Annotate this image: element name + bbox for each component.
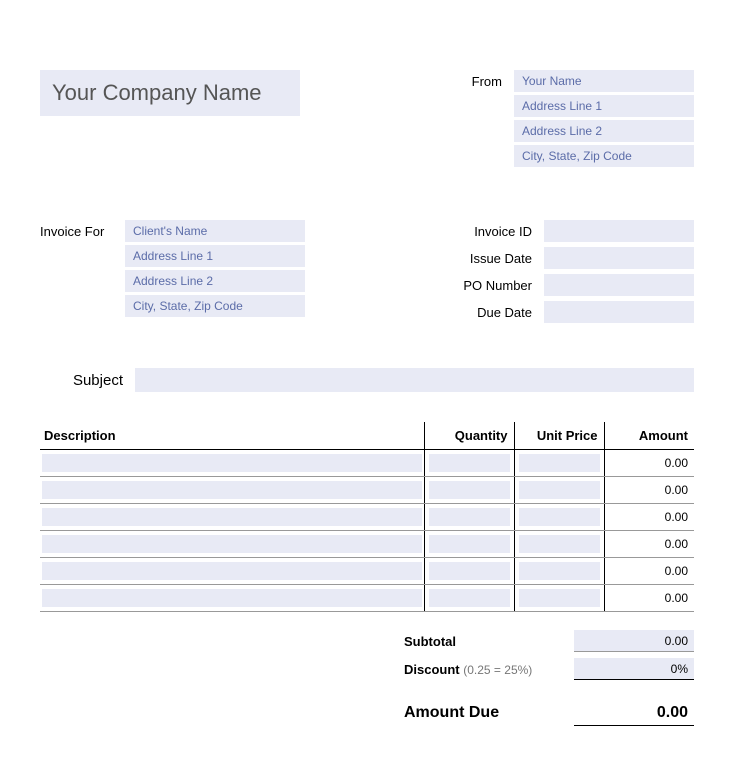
amount-value: 0.00: [604, 477, 694, 504]
col-unit-price: Unit Price: [514, 422, 604, 450]
from-label: From: [434, 70, 514, 89]
amount-value: 0.00: [604, 531, 694, 558]
quantity-input[interactable]: [429, 454, 510, 472]
table-row: 0.00: [40, 558, 694, 585]
quantity-input[interactable]: [429, 481, 510, 499]
table-row: 0.00: [40, 450, 694, 477]
po-number-label: PO Number: [434, 278, 544, 293]
invoice-id-input[interactable]: [544, 220, 694, 242]
amount-value: 0.00: [604, 504, 694, 531]
amount-value: 0.00: [604, 558, 694, 585]
invoice-for-label: Invoice For: [40, 220, 125, 239]
from-addr2-input[interactable]: Address Line 2: [514, 120, 694, 142]
unit-price-input[interactable]: [519, 481, 600, 499]
table-row: 0.00: [40, 504, 694, 531]
description-input[interactable]: [42, 535, 422, 553]
issue-date-label: Issue Date: [434, 251, 544, 266]
description-input[interactable]: [42, 454, 422, 472]
unit-price-input[interactable]: [519, 508, 600, 526]
table-row: 0.00: [40, 585, 694, 612]
unit-price-input[interactable]: [519, 589, 600, 607]
unit-price-input[interactable]: [519, 562, 600, 580]
col-quantity: Quantity: [424, 422, 514, 450]
client-addr2-input[interactable]: Address Line 2: [125, 270, 305, 292]
description-input[interactable]: [42, 508, 422, 526]
from-addr1-input[interactable]: Address Line 1: [514, 95, 694, 117]
description-input[interactable]: [42, 562, 422, 580]
unit-price-input[interactable]: [519, 535, 600, 553]
invoice-id-label: Invoice ID: [434, 224, 544, 239]
from-name-input[interactable]: Your Name: [514, 70, 694, 92]
amount-due-label: Amount Due: [404, 704, 574, 722]
table-row: 0.00: [40, 477, 694, 504]
discount-hint: (0.25 = 25%): [463, 663, 532, 677]
table-row: 0.00: [40, 531, 694, 558]
quantity-input[interactable]: [429, 562, 510, 580]
line-items-table: Description Quantity Unit Price Amount 0…: [40, 422, 694, 612]
discount-label: Discount: [404, 662, 460, 677]
subject-label: Subject: [40, 372, 135, 389]
quantity-input[interactable]: [429, 589, 510, 607]
company-name-input[interactable]: Your Company Name: [40, 70, 300, 116]
amount-due-value: 0.00: [574, 700, 694, 726]
subtotal-value: 0.00: [574, 630, 694, 652]
client-name-input[interactable]: Client's Name: [125, 220, 305, 242]
po-number-input[interactable]: [544, 274, 694, 296]
unit-price-input[interactable]: [519, 454, 600, 472]
description-input[interactable]: [42, 481, 422, 499]
client-city-input[interactable]: City, State, Zip Code: [125, 295, 305, 317]
due-date-label: Due Date: [434, 305, 544, 320]
issue-date-input[interactable]: [544, 247, 694, 269]
quantity-input[interactable]: [429, 535, 510, 553]
col-amount: Amount: [604, 422, 694, 450]
subtotal-label: Subtotal: [404, 634, 456, 649]
col-description: Description: [40, 422, 424, 450]
description-input[interactable]: [42, 589, 422, 607]
subject-input[interactable]: [135, 368, 694, 392]
amount-value: 0.00: [604, 585, 694, 612]
quantity-input[interactable]: [429, 508, 510, 526]
discount-input[interactable]: 0%: [574, 658, 694, 680]
due-date-input[interactable]: [544, 301, 694, 323]
from-city-input[interactable]: City, State, Zip Code: [514, 145, 694, 167]
amount-value: 0.00: [604, 450, 694, 477]
client-addr1-input[interactable]: Address Line 1: [125, 245, 305, 267]
